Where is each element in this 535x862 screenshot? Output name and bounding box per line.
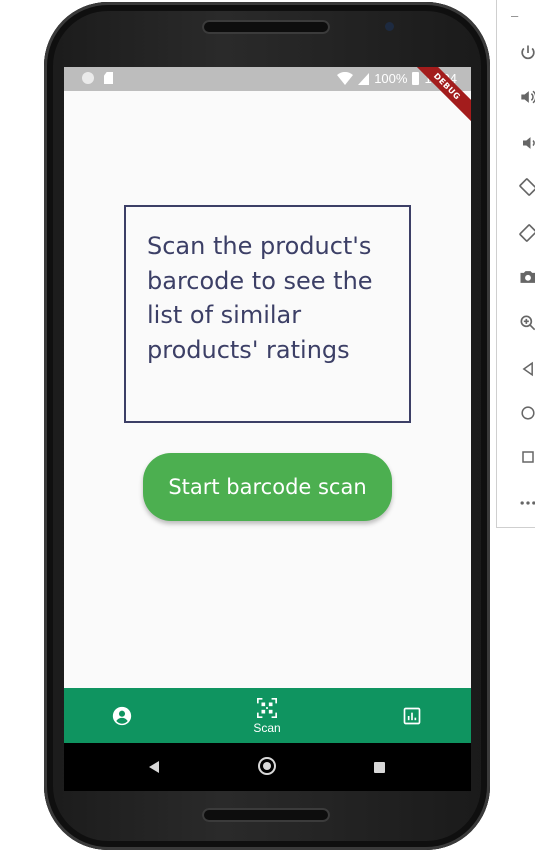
battery-icon: [412, 72, 420, 85]
nav-item-profile[interactable]: [102, 688, 142, 743]
bar-chart-icon: [403, 707, 421, 724]
qr-code-scanner-icon: [257, 697, 277, 718]
nav-scan-label: Scan: [253, 720, 281, 735]
rotate-right-icon[interactable]: [517, 222, 535, 244]
emulator-toolbar: –: [496, 0, 535, 528]
instruction-text: Scan the product's barcode to see the li…: [147, 232, 373, 364]
wifi-icon: [337, 72, 354, 85]
rotate-left-icon[interactable]: [517, 176, 535, 198]
front-camera: [385, 22, 394, 31]
top-speaker: [202, 20, 330, 34]
volume-up-icon[interactable]: [517, 86, 535, 108]
home-icon[interactable]: [258, 757, 276, 775]
back-icon[interactable]: [517, 358, 535, 380]
account-circle-icon: [112, 706, 132, 725]
battery-percent: 100%: [374, 71, 408, 86]
signal-icon: [358, 72, 370, 85]
more-icon[interactable]: [517, 492, 535, 514]
phone-screen: 100% 10:24 DEBUG Scan the product's barc…: [64, 67, 471, 791]
power-icon[interactable]: [517, 42, 535, 64]
nav-item-ratings[interactable]: [392, 688, 432, 743]
recents-icon[interactable]: [374, 762, 385, 773]
camera-icon[interactable]: [517, 266, 535, 288]
notification-icon: [82, 72, 94, 84]
bottom-navigation: Scan: [64, 688, 471, 743]
start-scan-button[interactable]: Start barcode scan: [143, 453, 392, 521]
instruction-box: Scan the product's barcode to see the li…: [124, 205, 411, 423]
nav-item-scan[interactable]: Scan: [242, 688, 292, 743]
overview-icon[interactable]: [517, 446, 535, 468]
home-icon[interactable]: [517, 402, 535, 424]
system-navigation-bar: [64, 743, 471, 791]
bottom-speaker: [202, 808, 330, 822]
back-icon[interactable]: [149, 761, 159, 773]
zoom-icon[interactable]: [517, 312, 535, 334]
volume-down-icon[interactable]: [517, 132, 535, 154]
sd-card-icon: [104, 72, 113, 84]
minimize-button[interactable]: –: [511, 8, 518, 23]
status-bar: 100% 10:24: [64, 67, 471, 91]
